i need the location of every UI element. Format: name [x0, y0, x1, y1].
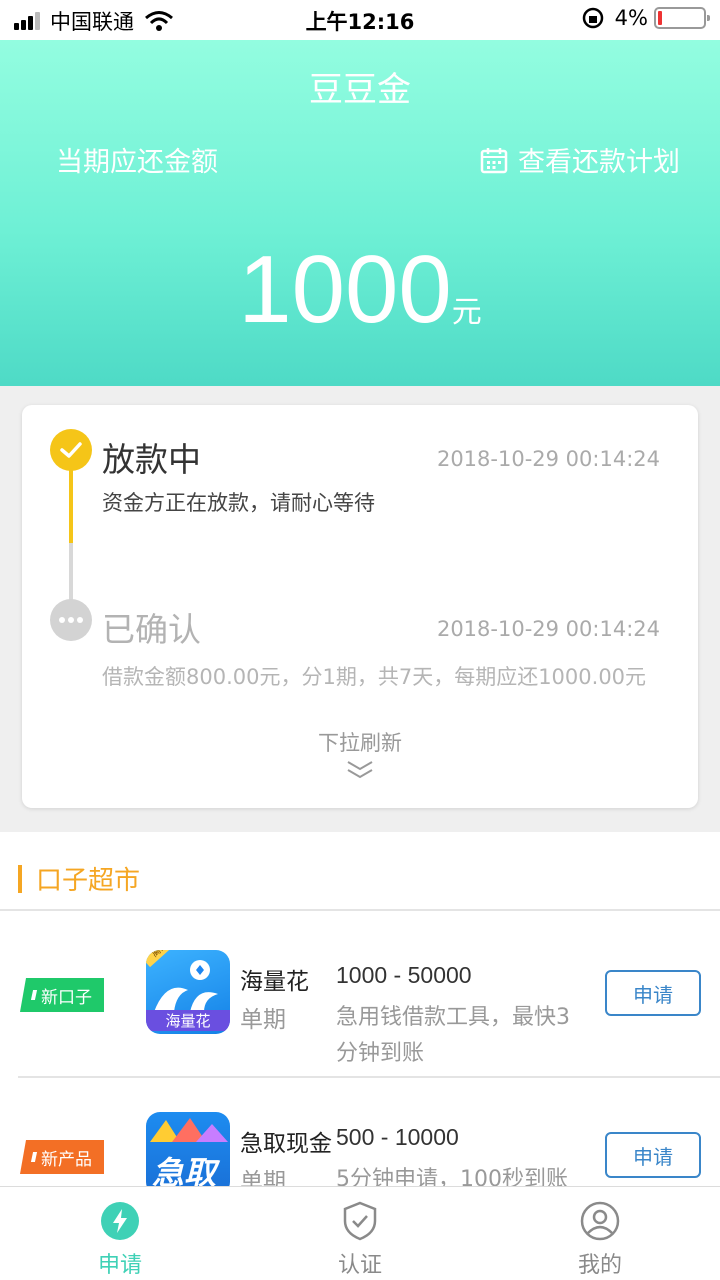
tag-label: 新口子 — [41, 987, 92, 1008]
product-amount-range: 1000 - 50000 — [336, 962, 472, 988]
battery-icon — [654, 7, 710, 29]
bottom-tab-bar: 申请 认证 我的 — [0, 1186, 720, 1280]
timeline-pending-line — [69, 543, 73, 605]
due-amount-label: 当期应还金额 — [56, 147, 218, 178]
market-title: 口子超市 — [36, 866, 141, 896]
product-logo: 离线秒到 海量花 — [146, 950, 230, 1034]
loan-market-section: 口子超市 新口子 离线秒到 海量花 海量花 单期 1000 - 50000 急用… — [0, 832, 720, 1196]
signal-icon — [14, 12, 42, 30]
step-desc-disbursing: 资金方正在放款，请耐心等待 — [102, 491, 375, 515]
market-header-accent — [18, 864, 22, 893]
calendar-icon — [480, 147, 508, 173]
step-title-confirmed: 已确认 — [102, 610, 201, 649]
product-name: 海量花 — [240, 969, 309, 995]
check-icon — [50, 429, 92, 471]
lightning-icon — [100, 1201, 140, 1241]
divider — [18, 1076, 720, 1078]
loan-status-card: 放款中 2018-10-29 00:14:24 资金方正在放款，请耐心等待 已确… — [22, 405, 698, 808]
pull-to-refresh-hint: 下拉刷新 — [318, 731, 402, 755]
carrier-label: 中国联通 — [50, 10, 134, 34]
step-title-disbursing: 放款中 — [102, 440, 201, 479]
logo-label: 海量花 — [146, 1010, 230, 1031]
product-logo: 急取 — [146, 1112, 230, 1196]
new-platform-tag: 新口子 — [20, 978, 104, 1012]
step-time-disbursing: 2018-10-29 00:14:24 — [436, 447, 660, 471]
tab-label: 申请 — [97, 1253, 142, 1278]
list-item[interactable]: 新口子 离线秒到 海量花 海量花 单期 1000 - 50000 急用钱借款工具… — [0, 950, 720, 1110]
shield-check-icon — [342, 1201, 378, 1241]
product-name: 急取现金 — [240, 1131, 332, 1157]
market-header: 口子超市 — [18, 860, 140, 897]
page-title: 豆豆金 — [309, 70, 411, 110]
repayment-plan-label: 查看还款计划 — [518, 147, 680, 178]
apply-button[interactable]: 申请 — [605, 970, 701, 1016]
orientation-lock-icon — [582, 7, 603, 29]
tag-label: 新产品 — [41, 1149, 92, 1170]
tab-label: 我的 — [577, 1253, 622, 1278]
tab-label: 认证 — [337, 1253, 382, 1278]
tab-verify[interactable]: 认证 — [240, 1187, 480, 1280]
battery-percent: 4% — [614, 6, 648, 30]
user-icon — [580, 1201, 620, 1241]
tab-mine[interactable]: 我的 — [480, 1187, 720, 1280]
new-product-tag: 新产品 — [20, 1140, 104, 1174]
step-desc-confirmed: 借款金额800.00元，分1期，共7天，每期应还1000.00元 — [102, 665, 647, 689]
wifi-icon — [145, 11, 173, 31]
product-amount-range: 500 - 10000 — [336, 1124, 459, 1150]
due-amount-value: 1000 — [238, 236, 452, 343]
status-bar: 中国联通 上午12:16 4% — [0, 0, 720, 40]
more-dots-icon — [50, 599, 92, 641]
product-description: 急用钱借款工具，最快3分钟到账 — [336, 1005, 570, 1066]
double-chevron-down-icon — [347, 761, 373, 779]
product-term: 单期 — [240, 1007, 286, 1033]
divider — [0, 909, 720, 911]
step-time-confirmed: 2018-10-29 00:14:24 — [436, 617, 660, 641]
repayment-plan-link[interactable]: 查看还款计划 — [480, 140, 680, 179]
due-amount: 1000元 — [0, 235, 720, 345]
repayment-header: 豆豆金 当期应还金额 查看还款计划 1000元 — [0, 40, 720, 386]
due-amount-unit: 元 — [451, 295, 482, 330]
apply-button[interactable]: 申请 — [605, 1132, 701, 1178]
tab-apply[interactable]: 申请 — [0, 1187, 240, 1280]
